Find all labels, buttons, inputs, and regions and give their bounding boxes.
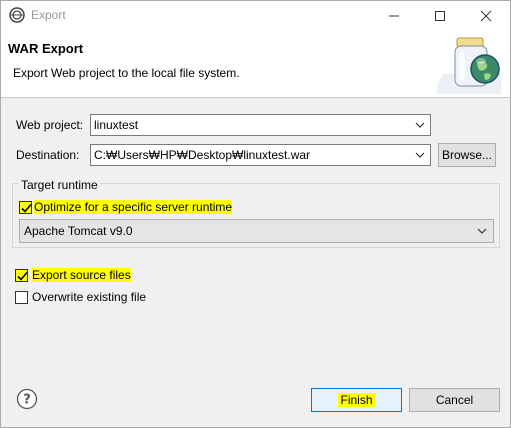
wizard-header: WAR Export Export Web project to the loc…	[1, 30, 510, 98]
overwrite-checkbox-row[interactable]: Overwrite existing file	[15, 289, 146, 305]
destination-label: Destination:	[16, 148, 80, 162]
chevron-down-icon	[415, 152, 425, 158]
finish-button[interactable]: Finish	[311, 388, 402, 412]
runtime-value: Apache Tomcat v9.0	[24, 224, 133, 238]
web-project-value: linuxtest	[94, 118, 139, 132]
window-title: Export	[31, 8, 66, 22]
web-project-label: Web project:	[16, 118, 84, 132]
svg-text:?: ?	[23, 393, 31, 408]
page-description: Export Web project to the local file sys…	[13, 66, 240, 80]
optimize-runtime-checkbox[interactable]	[19, 200, 32, 214]
runtime-select[interactable]: Apache Tomcat v9.0	[19, 219, 494, 243]
minimize-button[interactable]	[371, 1, 417, 30]
page-title: WAR Export	[8, 41, 84, 56]
help-icon[interactable]: ?	[16, 388, 38, 410]
export-source-checkbox[interactable]	[15, 268, 28, 282]
optimize-runtime-checkbox-row[interactable]: Optimize for a specific server runtime	[19, 199, 233, 215]
cancel-button[interactable]: Cancel	[409, 388, 500, 412]
maximize-button[interactable]	[417, 1, 463, 30]
export-source-checkbox-row[interactable]: Export source files	[15, 267, 131, 283]
war-jar-globe-icon	[437, 36, 503, 94]
overwrite-label: Overwrite existing file	[32, 290, 147, 304]
close-button[interactable]	[463, 1, 509, 30]
export-source-label: Export source files	[32, 268, 131, 282]
checkmark-icon	[21, 203, 32, 213]
destination-value: C:₩Users₩HP₩Desktop₩linuxtest.war	[94, 148, 311, 162]
optimize-runtime-label: Optimize for a specific server runtime	[34, 200, 233, 214]
maximize-icon	[435, 10, 445, 21]
chevron-down-icon	[477, 228, 487, 234]
overwrite-checkbox[interactable]	[15, 290, 28, 304]
chevron-down-icon	[415, 122, 425, 128]
title-bar: Export	[1, 1, 510, 30]
minimize-icon	[389, 15, 399, 16]
close-icon	[480, 10, 492, 21]
web-project-combo[interactable]: linuxtest	[90, 114, 431, 136]
destination-combo[interactable]: C:₩Users₩HP₩Desktop₩linuxtest.war	[90, 144, 431, 166]
eclipse-icon	[9, 7, 25, 23]
export-dialog: Export WAR Export Export Web project to …	[0, 0, 511, 428]
finish-label: Finish	[338, 393, 375, 407]
target-runtime-title: Target runtime	[19, 178, 100, 192]
browse-button[interactable]: Browse...	[438, 143, 496, 167]
checkmark-icon	[17, 271, 28, 281]
